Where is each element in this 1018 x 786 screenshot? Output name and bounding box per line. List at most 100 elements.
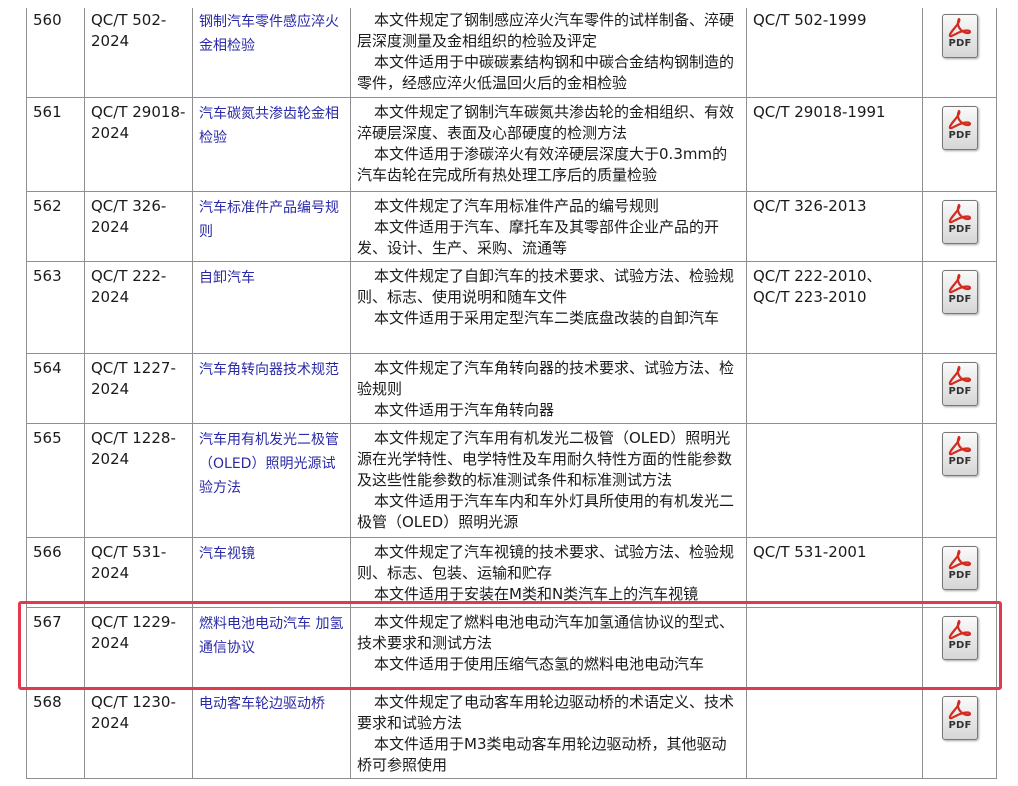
pdf-download-icon[interactable]: PDF <box>942 546 978 590</box>
standard-title-link[interactable]: 汽车视镜 <box>199 546 255 562</box>
row-number: 561 <box>26 97 85 192</box>
standard-title-cell: 电动客车轮边驱动桥 <box>192 687 351 779</box>
standards-list-page: 560 QC/T 502-2024 钢制汽车零件感应淬火金相检验 本文件规定了钢制感应… <box>0 0 1018 786</box>
pdf-icon-label: PDF <box>948 294 972 305</box>
pdf-download-icon[interactable]: PDF <box>942 616 978 660</box>
pdf-icon-label: PDF <box>948 38 972 49</box>
replaced-standard <box>746 423 923 538</box>
standard-title-cell: 燃料电池电动汽车 加氢通信协议 <box>192 607 351 688</box>
standard-description: 本文件规定了汽车用标准件产品的编号规则本文件适用于汽车、摩托车及其零部件企业产品… <box>350 191 747 262</box>
standard-title-link[interactable]: 燃料电池电动汽车 加氢通信协议 <box>199 616 343 656</box>
pdf-icon-label: PDF <box>948 130 972 141</box>
pdf-download-icon[interactable]: PDF <box>942 14 978 58</box>
pdf-icon-label: PDF <box>948 570 972 581</box>
top-clip <box>0 0 1018 8</box>
pdf-cell: PDF <box>922 353 997 424</box>
row-number: 565 <box>26 423 85 538</box>
standard-code: QC/T 326-2024 <box>84 191 193 262</box>
standard-title-link[interactable]: 汽车用有机发光二极管（OLED）照明光源试验方法 <box>199 432 339 496</box>
description-paragraph: 本文件规定了汽车用标准件产品的编号规则 <box>374 197 660 215</box>
pdf-download-icon[interactable]: PDF <box>942 270 978 314</box>
replaced-standard: QC/T 531-2001 <box>746 537 923 608</box>
standard-title-link[interactable]: 钢制汽车零件感应淬火金相检验 <box>199 14 339 54</box>
standard-title-link[interactable]: 汽车标准件产品编号规则 <box>199 200 339 240</box>
table-row: 560 QC/T 502-2024 钢制汽车零件感应淬火金相检验 本文件规定了钢制感应… <box>26 5 997 98</box>
replaced-standard <box>746 353 923 424</box>
description-paragraph: 本文件规定了汽车用有机发光二极管（OLED）照明光源在光学特性、电学特性及车用耐… <box>357 429 733 489</box>
pdf-icon-label: PDF <box>948 224 972 235</box>
description-paragraph: 本文件规定了钢制汽车碳氮共渗齿轮的金相组织、有效淬硬层深度、表面及心部硬度的检测… <box>357 103 735 142</box>
standard-title-cell: 汽车用有机发光二极管（OLED）照明光源试验方法 <box>192 423 351 538</box>
row-number: 560 <box>26 5 85 98</box>
replaced-standard <box>746 687 923 779</box>
standard-title-cell: 钢制汽车零件感应淬火金相检验 <box>192 5 351 98</box>
pdf-cell: PDF <box>922 537 997 608</box>
table-row: 568 QC/T 1230-2024 电动客车轮边驱动桥 本文件规定了电动客车用轮边驱… <box>26 687 997 779</box>
pdf-cell: PDF <box>922 423 997 538</box>
description-paragraph: 本文件适用于渗碳淬火有效淬硬层深度大于0.3mm的汽车齿轮在完成所有热处理工序后… <box>357 145 728 184</box>
standard-code: QC/T 1228-2024 <box>84 423 193 538</box>
standard-code: QC/T 1227-2024 <box>84 353 193 424</box>
table-row: 561 QC/T 29018-2024 汽车碳氮共渗齿轮金相检验 本文件规定了钢制汽车… <box>26 97 997 192</box>
standard-code: QC/T 1229-2024 <box>84 607 193 688</box>
pdf-download-icon[interactable]: PDF <box>942 696 978 740</box>
row-number: 564 <box>26 353 85 424</box>
standard-description: 本文件规定了钢制感应淬火汽车零件的试样制备、淬硬层深度测量及金相组织的检验及评定… <box>350 5 747 98</box>
standard-description: 本文件规定了汽车视镜的技术要求、试验方法、检验规则、标志、包装、运输和贮存 本文件… <box>350 537 747 608</box>
pdf-icon-label: PDF <box>948 640 972 651</box>
standard-title-link[interactable]: 电动客车轮边驱动桥 <box>199 696 325 712</box>
standard-description: 本文件规定了钢制汽车碳氮共渗齿轮的金相组织、有效淬硬层深度、表面及心部硬度的检测… <box>350 97 747 192</box>
pdf-cell: PDF <box>922 261 997 354</box>
pdf-cell: PDF <box>922 687 997 779</box>
description-paragraph: 本文件规定了电动客车用轮边驱动桥的术语定义、技术要求和试验方法 <box>357 693 735 732</box>
replaced-standard: QC/T 326-2013 <box>746 191 923 262</box>
standard-title-cell: 汽车碳氮共渗齿轮金相检验 <box>192 97 351 192</box>
pdf-download-icon[interactable]: PDF <box>942 106 978 150</box>
row-number: 563 <box>26 261 85 354</box>
replaced-standard: QC/T 29018-1991 <box>746 97 923 192</box>
row-number: 567 <box>26 607 85 688</box>
description-paragraph: 本文件适用于采用定型汽车二类底盘改装的自卸汽车 <box>374 309 720 327</box>
standard-code: QC/T 222-2024 <box>84 261 193 354</box>
standard-title-cell: 汽车标准件产品编号规则 <box>192 191 351 262</box>
pdf-icon-label: PDF <box>948 456 972 467</box>
table-row: 564 QC/T 1227-2024 汽车角转向器技术规范 本文件规定了汽车角转向器的… <box>26 353 997 424</box>
description-paragraph: 本文件适用于汽车车内和车外灯具所使用的有机发光二极管（OLED）照明光源 <box>357 492 735 531</box>
replaced-standard <box>746 607 923 688</box>
standards-table: 560 QC/T 502-2024 钢制汽车零件感应淬火金相检验 本文件规定了钢制感应… <box>26 5 997 779</box>
standard-title-cell: 汽车视镜 <box>192 537 351 608</box>
pdf-icon-label: PDF <box>948 386 972 397</box>
description-paragraph: 本文件适用于汽车、摩托车及其零部件企业产品的开发、设计、生产、采购、流通等 <box>357 218 720 257</box>
description-paragraph: 本文件适用于安装在M类和N类汽车上的汽车视镜 <box>374 585 699 603</box>
description-paragraph: 本文件规定了燃料电池电动汽车加氢通信协议的型式、技术要求和测试方法 <box>357 613 735 652</box>
standard-code: QC/T 1230-2024 <box>84 687 193 779</box>
standard-description: 本文件规定了汽车角转向器的技术要求、试验方法、检验规则 本文件适用于汽车角转向器 <box>350 353 747 424</box>
pdf-icon-label: PDF <box>948 720 972 731</box>
replaced-standard: QC/T 222-2010、QC/T 223-2010 <box>746 261 923 354</box>
standard-description: 本文件规定了汽车用有机发光二极管（OLED）照明光源在光学特性、电学特性及车用耐… <box>350 423 747 538</box>
pdf-cell: PDF <box>922 607 997 688</box>
table-row: 566 QC/T 531-2024 汽车视镜 本文件规定了汽车视镜的技术要求、试验方法… <box>26 537 997 608</box>
table-row: 567 QC/T 1229-2024 燃料电池电动汽车 加氢通信协议 本文件规定了燃料… <box>26 607 997 688</box>
standard-description: 本文件规定了自卸汽车的技术要求、试验方法、检验规则、标志、使用说明和随车文件本文… <box>350 261 747 354</box>
standard-title-link[interactable]: 汽车角转向器技术规范 <box>199 362 339 378</box>
replaced-standard: QC/T 502-1999 <box>746 5 923 98</box>
pdf-download-icon[interactable]: PDF <box>942 362 978 406</box>
pdf-download-icon[interactable]: PDF <box>942 432 978 476</box>
standard-code: QC/T 29018-2024 <box>84 97 193 192</box>
standard-title-link[interactable]: 自卸汽车 <box>199 270 255 286</box>
description-paragraph: 本文件适用于M3类电动客车用轮边驱动桥，其他驱动桥可参照使用 <box>357 735 727 774</box>
description-paragraph: 本文件适用于汽车角转向器 <box>374 401 555 419</box>
table-row: 562 QC/T 326-2024 汽车标准件产品编号规则 本文件规定了汽车用标准件产… <box>26 191 997 262</box>
row-number: 562 <box>26 191 85 262</box>
standard-code: QC/T 531-2024 <box>84 537 193 608</box>
pdf-download-icon[interactable]: PDF <box>942 200 978 244</box>
description-paragraph: 本文件规定了自卸汽车的技术要求、试验方法、检验规则、标志、使用说明和随车文件 <box>357 267 735 306</box>
standard-title-cell: 汽车角转向器技术规范 <box>192 353 351 424</box>
description-paragraph: 本文件适用于使用压缩气态氢的燃料电池电动汽车 <box>374 655 705 673</box>
pdf-cell: PDF <box>922 97 997 192</box>
table-row: 563 QC/T 222-2024 自卸汽车 本文件规定了自卸汽车的技术要求、试验方法… <box>26 261 997 354</box>
standard-title-cell: 自卸汽车 <box>192 261 351 354</box>
table-row: 565 QC/T 1228-2024 汽车用有机发光二极管（OLED）照明光源试验方… <box>26 423 997 538</box>
standard-title-link[interactable]: 汽车碳氮共渗齿轮金相检验 <box>199 106 339 146</box>
